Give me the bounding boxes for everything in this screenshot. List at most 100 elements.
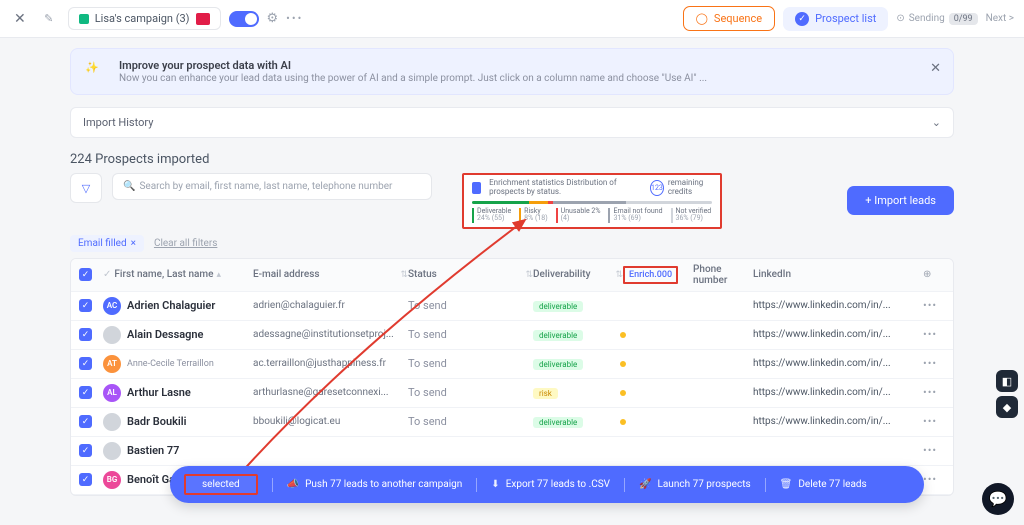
prospect-email: adessagne@institutionsetproj... [253,329,408,340]
floating-widgets: ◧ ◆ [996,370,1018,418]
row-checkbox[interactable]: ✓ [79,473,92,486]
campaign-selector[interactable]: Lisa's campaign (3) [68,7,221,30]
ai-info-banner: ✨ Improve your prospect data with AI Now… [70,48,954,95]
table-row: ✓ AT Anne-Cecile Terraillon ac.terraillon@j… [71,350,953,379]
sending-label: Sending [909,13,945,24]
prospect-status: To send [408,386,533,399]
sending-badge: 0/99 [949,13,978,25]
row-more-icon[interactable]: ••• [923,357,943,370]
linkedin-link[interactable]: https://www.linkedin.com/in/... [753,329,923,340]
linkedin-link[interactable]: https://www.linkedin.com/in/... [753,300,923,311]
linkedin-link[interactable]: https://www.linkedin.com/in/... [753,387,923,398]
remove-chip-icon[interactable]: × [131,238,136,249]
widget-1[interactable]: ◧ [996,370,1018,392]
prospect-name[interactable]: Alain Dessagne [127,328,203,341]
settings-icon[interactable]: ⚙ [267,11,279,26]
prospect-name[interactable]: Bastien 77 [127,444,179,457]
chip-label: Email filled [78,238,127,249]
banner-close-icon[interactable]: ✕ [930,61,941,76]
col-linkedin[interactable]: LinkedIn [753,269,791,280]
wand-icon[interactable]: ✎ [38,8,60,30]
row-more-icon[interactable]: ••• [923,386,943,399]
close-icon[interactable]: ✕ [10,11,30,27]
clear-filters-link[interactable]: Clear all filters [154,238,217,249]
trash-icon: 🗑 [780,479,793,490]
linkedin-link[interactable]: https://www.linkedin.com/in/... [753,358,923,369]
avatar [103,326,121,344]
deliverability-badge: deliverable [533,359,583,370]
row-checkbox[interactable]: ✓ [79,357,92,370]
sort-icon[interactable]: ▴ [216,270,221,280]
col-name[interactable]: First name, Last name [114,269,213,280]
sequence-button[interactable]: ◯ Sequence [683,6,776,31]
row-checkbox[interactable]: ✓ [79,328,92,341]
row-checkbox[interactable]: ✓ [79,386,92,399]
stat-cat-value: (4) [561,214,570,222]
launch-prospects-button[interactable]: 🚀Launch 77 prospects [639,479,751,490]
row-checkbox[interactable]: ✓ [79,444,92,457]
megaphone-icon: 📣 [287,479,299,490]
avatar: BG [103,471,121,489]
row-more-icon[interactable]: ••• [923,299,943,312]
avatar [103,442,121,460]
more-icon[interactable]: ••• [286,12,303,25]
deliverability-badge: deliverable [533,330,583,341]
table-row: ✓ACAdrien Chalaguieradrien@chalaguier.fr… [71,292,953,321]
bulk-action-bar: selected 📣Push 77 leads to another campa… [170,466,924,503]
prospect-list-button[interactable]: ✓ Prospect list [783,7,888,31]
filter-chip-email-filled[interactable]: Email filled × [70,235,144,252]
col-enrich[interactable]: Enrich.000 [623,266,678,284]
filter-button[interactable]: ▽ [70,173,102,203]
avatar: AL [103,384,121,402]
prospect-email: bboukili@logicat.eu [253,416,408,427]
chat-launcher[interactable]: 💬 [982,483,1014,515]
prospects-table: ✓ ✓ First name, Last name ▴ E-mail addre… [70,258,954,496]
banner-subtitle: Now you can enhance your lead data using… [119,73,707,84]
row-more-icon[interactable]: ••• [923,415,943,428]
deliverability-badge: risk [533,388,558,399]
prospect-name[interactable]: Badr Boukili [127,415,187,428]
push-leads-button[interactable]: 📣Push 77 leads to another campaign [287,479,463,490]
add-column-icon[interactable]: ⊕ [923,269,931,280]
row-checkbox[interactable]: ✓ [79,415,92,428]
campaign-toggle[interactable] [229,11,259,27]
row-more-icon[interactable]: ••• [923,444,943,457]
col-email[interactable]: E-mail address [253,269,319,280]
prospect-name[interactable]: Anne-Cecile Terraillon [127,359,214,369]
col-deliverability[interactable]: Deliverability [533,269,590,280]
sequence-label: Sequence [714,12,762,25]
download-icon: ⬇ [491,479,499,490]
row-more-icon[interactable]: ••• [923,473,943,486]
import-leads-button[interactable]: + Import leads [847,186,954,215]
avatar [103,413,121,431]
prospect-name[interactable]: Arthur Lasne [127,386,191,399]
next-button[interactable]: Next > [986,13,1014,24]
banner-title: Improve your prospect data with AI [119,59,707,72]
magnifier-icon: 🔍 [123,181,135,192]
col-phone[interactable]: Phone number [693,264,753,286]
stat-cat-value: 36% (79) [676,214,703,222]
avatar: AC [103,297,121,315]
delete-leads-button[interactable]: 🗑Delete 77 leads [780,479,867,490]
prospect-status: To send [408,357,533,370]
linkedin-link[interactable]: https://www.linkedin.com/in/... [753,416,923,427]
enrichment-stats-box: Enrichment statistics Distribution of pr… [462,173,722,229]
prospect-name[interactable]: Adrien Chalaguier [127,299,215,312]
table-header: ✓ ✓ First name, Last name ▴ E-mail addre… [71,259,953,292]
col-status[interactable]: Status [408,269,437,280]
stats-icon [472,182,481,194]
export-csv-button[interactable]: ⬇Export 77 leads to .CSV [491,479,610,490]
avatar: AT [103,355,121,373]
deliverability-badge: deliverable [533,417,583,428]
table-row: ✓ Alain Dessagne adessagne@institutionsetp… [71,321,953,350]
widget-2[interactable]: ◆ [996,396,1018,418]
table-row: ✓ALArthur Lasnearthurlasne@garesetconnex… [71,379,953,408]
select-all-checkbox[interactable]: ✓ [79,268,92,281]
prospect-email: ac.terraillon@justhappiness.fr [253,358,408,369]
import-history-label: Import History [83,116,153,129]
row-checkbox[interactable]: ✓ [79,299,92,312]
prospect-status: To send [408,415,533,428]
row-more-icon[interactable]: ••• [923,328,943,341]
search-input[interactable]: 🔍Search by email, first name, last name,… [112,173,432,200]
import-history-accordion[interactable]: Import History ⌄ [70,107,954,138]
